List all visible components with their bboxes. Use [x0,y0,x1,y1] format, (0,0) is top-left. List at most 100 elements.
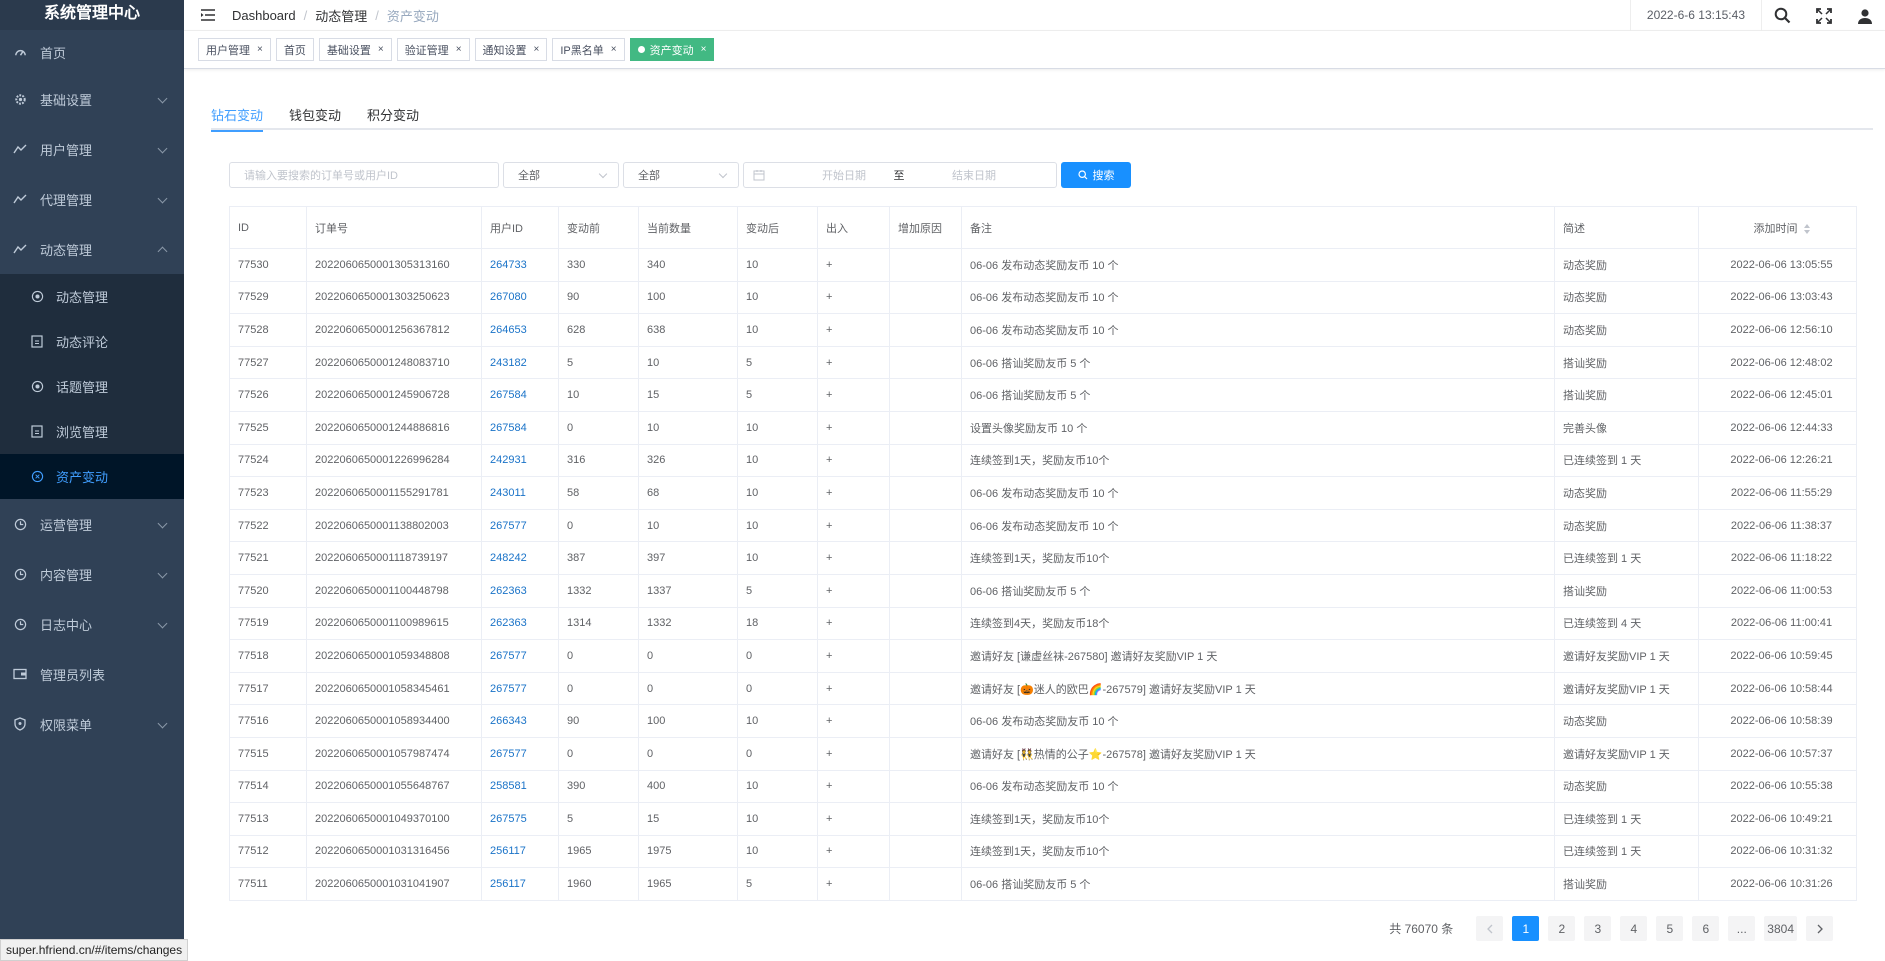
sort-icon[interactable] [1803,223,1810,234]
date-range-picker[interactable]: 开始日期 至 结束日期 [743,162,1057,188]
table-cell [889,867,962,901]
table-cell: 5 [558,802,639,836]
user-id-link[interactable]: 267577 [481,639,559,673]
table-row: 77523 2022060650001155291781 243011 58 68 10 +… [229,476,1857,510]
sidebar-subitem-topics[interactable]: 话题管理 [0,364,184,409]
tag-verification[interactable]: 验证管理 × [396,38,470,61]
tag-home[interactable]: 首页 [275,38,314,61]
table-cell: 77530 [229,248,307,282]
end-date-input[interactable]: 结束日期 [934,167,1014,183]
sidebar: 系统管理中心 首页 基础设置 用户管理 代理管理 动态管理 动态管理 动态评论 … [0,0,184,961]
select-filter-2[interactable]: 全部 [623,162,739,188]
breadcrumb-item[interactable]: Dashboard [232,8,296,23]
search-icon[interactable] [1762,0,1803,31]
breadcrumb-item[interactable]: 动态管理 [315,6,367,25]
table-cell: 5 [737,867,818,901]
user-id-link[interactable]: 264733 [481,248,559,282]
sidebar-item-operations[interactable]: 运营管理 [0,499,184,549]
user-id-link[interactable]: 242931 [481,443,559,478]
tab-wallet[interactable]: 钱包变动 [289,100,341,130]
user-id-link[interactable]: 267575 [481,802,559,836]
user-id-link[interactable]: 262363 [481,573,559,608]
tag-notification[interactable]: 通知设置 × [474,38,548,61]
fullscreen-icon[interactable] [1803,0,1844,31]
user-avatar-icon[interactable] [1844,0,1885,31]
table-cell: 搭讪奖励 [1554,378,1699,412]
search-input[interactable]: 请输入要搜索的订单号或用户ID [229,162,499,188]
tag-user-management[interactable]: 用户管理 × [198,38,271,61]
close-icon[interactable]: × [534,44,540,55]
user-id-link[interactable]: 267584 [481,410,559,445]
sidebar-item-content[interactable]: 内容管理 [0,549,184,599]
sidebar-item-logs[interactable]: 日志中心 [0,599,184,649]
user-id-link[interactable]: 258581 [481,769,559,804]
sidebar-item-permissions[interactable]: 权限菜单 [0,699,184,749]
tag-basic-settings[interactable]: 基础设置 × [318,38,392,61]
search-button[interactable]: 搜索 [1061,162,1131,188]
close-icon[interactable]: × [257,44,263,55]
column-header: ID [229,206,307,249]
user-id-link[interactable]: 248242 [481,541,559,575]
close-icon[interactable]: × [378,44,384,55]
table-row: 77526 2022060650001245906728 267584 10 15 5 +0… [229,378,1857,412]
table-cell: 1965 [558,834,639,869]
close-icon[interactable]: × [456,44,462,55]
chevron-up-icon [157,246,168,257]
page-button[interactable]: 5 [1656,916,1684,941]
table-cell: + [817,867,890,901]
prev-page-button[interactable] [1476,916,1504,941]
user-id-link[interactable]: 243182 [481,345,559,380]
close-icon[interactable]: × [701,44,707,55]
sidebar-subitem-comments[interactable]: 动态评论 [0,319,184,364]
close-icon[interactable]: × [611,44,617,55]
table-cell: 5 [558,345,639,380]
user-id-link[interactable]: 266343 [481,704,559,738]
sidebar-item-basic-settings[interactable]: 基础设置 [0,74,184,124]
tab-diamond[interactable]: 钻石变动 [211,100,264,132]
page-button[interactable]: 4 [1620,916,1648,941]
user-id-link[interactable]: 267080 [481,280,559,315]
user-id-link[interactable]: 267577 [481,508,559,543]
tags-view: 用户管理 × 首页 基础设置 × 验证管理 × 通知设置 × IP黑名单 × 资产变动 × [184,31,1885,69]
start-date-input[interactable]: 开始日期 [804,167,884,183]
sidebar-item-admin-list[interactable]: 管理员列表 [0,649,184,699]
user-id-link[interactable]: 262363 [481,606,559,641]
user-id-link[interactable]: 256117 [481,834,559,869]
sidebar-item-home[interactable]: 首页 [0,30,184,74]
select-filter-1[interactable]: 全部 [503,162,619,188]
tab-points[interactable]: 积分变动 [367,100,419,130]
sidebar-subitem-moments[interactable]: 动态管理 [0,274,184,319]
user-id-link[interactable]: 267577 [481,671,559,706]
user-id-link[interactable]: 267577 [481,736,559,771]
column-header: 订单号 [306,206,482,249]
page-button[interactable]: 3 [1584,916,1612,941]
page-button[interactable]: 2 [1548,916,1576,941]
tag-ip-blacklist[interactable]: IP黑名单 × [552,38,625,61]
sidebar-item-user-management[interactable]: 用户管理 [0,124,184,174]
tag-asset-changes[interactable]: 资产变动 × [629,38,715,61]
user-id-link[interactable]: 256117 [481,867,559,901]
user-id-link[interactable]: 267584 [481,378,559,412]
breadcrumb: Dashboard / 动态管理 / 资产变动 [232,6,439,25]
table-cell: 已连续签到 1 天 [1554,834,1699,869]
page-button[interactable]: 3804 [1764,916,1797,941]
table-cell: 5 [737,378,818,412]
page-button[interactable]: 6 [1692,916,1720,941]
table-cell: 动态奖励 [1554,248,1699,282]
table-cell: + [817,541,890,575]
next-page-button[interactable] [1806,916,1833,941]
user-id-link[interactable]: 243011 [481,476,559,510]
sidebar-item-moment-management[interactable]: 动态管理 [0,224,184,274]
hamburger-icon[interactable] [200,8,218,22]
table-cell: 06-06 发布动态奖励友币 10 个 [961,313,1555,347]
sidebar-subitem-asset-changes[interactable]: 资产变动 [0,454,184,499]
column-header-sortable[interactable]: 添加时间 [1698,206,1857,249]
sidebar-item-agent-management[interactable]: 代理管理 [0,174,184,224]
sidebar-subitem-views[interactable]: 浏览管理 [0,409,184,454]
breadcrumb-separator: / [375,7,379,23]
table-cell: 已连续签到 1 天 [1554,802,1699,836]
page-ellipsis[interactable]: ... [1728,916,1756,941]
user-id-link[interactable]: 264653 [481,313,559,347]
page-button[interactable]: 1 [1512,916,1540,941]
tag-label: IP黑名单 [560,44,604,57]
